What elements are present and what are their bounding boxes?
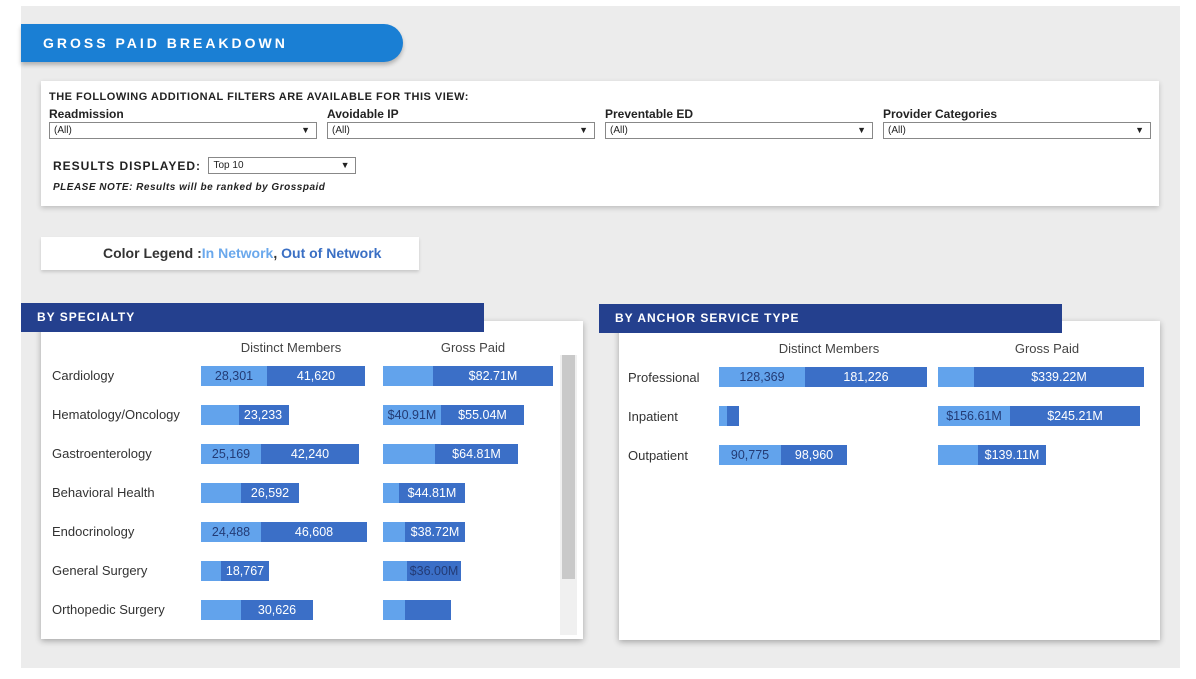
members-in-bar[interactable]	[201, 483, 241, 503]
provider-categories-dropdown[interactable]: (All) ▼	[883, 122, 1151, 139]
row-label-outpatient: Outpatient	[628, 448, 688, 463]
results-note: PLEASE NOTE: Results will be ranked by G…	[53, 182, 326, 193]
row-label-hematology-oncology: Hematology/Oncology	[52, 407, 180, 422]
members-out-value: 181,226	[843, 370, 889, 384]
members-out-value: 18,767	[225, 564, 265, 578]
dropdown-arrow-icon: ▼	[579, 125, 588, 135]
paid-out-value: $82.71M	[468, 369, 518, 383]
paid-out-value: $44.81M	[407, 486, 457, 500]
row-label-gastroenterology: Gastroenterology	[52, 446, 152, 461]
row-label-orthopedic-surgery: Orthopedic Surgery	[52, 602, 165, 617]
paid-out-bar[interactable]	[405, 600, 451, 620]
results-label: RESULTS DISPLAYED:	[53, 158, 202, 173]
filters-heading: THE FOLLOWING ADDITIONAL FILTERS ARE AVA…	[49, 91, 469, 103]
paid-in-value: $156.61M	[946, 409, 1002, 423]
filters-panel: THE FOLLOWING ADDITIONAL FILTERS ARE AVA…	[41, 81, 1159, 206]
col-gross-paid: Gross Paid	[1014, 341, 1080, 356]
legend-label: Color Legend :	[103, 245, 202, 261]
members-out-value: 98,960	[794, 448, 834, 462]
row-label-professional: Professional	[628, 370, 700, 385]
members-in-bar[interactable]	[719, 406, 727, 426]
dropdown-value: (All)	[54, 125, 72, 136]
members-out-bar[interactable]	[727, 406, 739, 426]
col-distinct-members: Distinct Members	[778, 341, 880, 356]
paid-in-bar[interactable]	[383, 366, 433, 386]
col-gross-paid: Gross Paid	[440, 340, 506, 355]
members-out-value: 23,233	[243, 408, 283, 422]
members-out-value: 26,592	[250, 486, 290, 500]
dropdown-arrow-icon: ▼	[1135, 125, 1144, 135]
row-label-cardiology: Cardiology	[52, 368, 115, 383]
paid-in-bar[interactable]	[383, 483, 399, 503]
readmission-dropdown[interactable]: (All) ▼	[49, 122, 317, 139]
paid-out-value: $139.11M	[984, 448, 1040, 462]
paid-in-bar[interactable]	[383, 444, 435, 464]
filter-label: Avoidable IP	[327, 107, 399, 121]
specialty-header: BY SPECIALTY	[21, 303, 484, 332]
row-label-endocrinology: Endocrinology	[52, 524, 135, 539]
specialty-scrollbar[interactable]	[560, 355, 577, 635]
specialty-panel: Distinct Members Gross Paid Cardiology H…	[41, 321, 583, 639]
color-legend: Color Legend :In Network, Out of Network	[41, 237, 419, 270]
paid-in-bar[interactable]	[938, 367, 974, 387]
preventable-ed-dropdown[interactable]: (All) ▼	[605, 122, 873, 139]
avoidable-ip-dropdown[interactable]: (All) ▼	[327, 122, 595, 139]
filter-avoidable-ip: Avoidable IP (All) ▼	[327, 107, 595, 139]
row-label-inpatient: Inpatient	[628, 409, 678, 424]
filter-label: Preventable ED	[605, 107, 694, 121]
members-in-bar[interactable]	[201, 600, 241, 620]
row-label-general-surgery: General Surgery	[52, 563, 148, 578]
dropdown-arrow-icon: ▼	[857, 125, 866, 135]
legend-in-network: In Network	[201, 245, 274, 261]
filter-readmission: Readmission (All) ▼	[49, 107, 317, 139]
legend-separator: ,	[273, 245, 282, 261]
members-in-bar[interactable]	[201, 405, 239, 425]
paid-out-value: $36.00M	[409, 564, 459, 578]
color-legend-text: Color Legend :In Network, Out of Network	[103, 237, 381, 270]
legend-out-network: Out of Network	[281, 245, 382, 261]
col-distinct-members: Distinct Members	[240, 340, 342, 355]
paid-out-value: $339.22M	[1031, 370, 1087, 384]
dropdown-arrow-icon: ▼	[301, 125, 310, 135]
paid-in-value: $40.91M	[387, 408, 437, 422]
paid-out-value: $64.81M	[452, 447, 501, 461]
paid-in-bar[interactable]	[383, 600, 405, 620]
dropdown-value: (All)	[610, 125, 628, 136]
anchor-panel: Distinct Members Gross Paid Professional…	[619, 321, 1160, 640]
dropdown-value: (All)	[888, 125, 906, 136]
dropdown-arrow-icon: ▼	[340, 160, 350, 171]
dropdown-value: (All)	[332, 125, 350, 136]
members-in-bar[interactable]	[201, 561, 221, 581]
paid-out-value: $245.21M	[1047, 409, 1103, 423]
dashboard-canvas: GROSS PAID BREAKDOWN THE FOLLOWING ADDIT…	[21, 6, 1180, 668]
results-displayed: RESULTS DISPLAYED: Top 10 ▼	[53, 157, 357, 175]
members-in-value: 28,301	[214, 369, 254, 383]
paid-out-value: $55.04M	[458, 408, 507, 422]
filter-provider-categories: Provider Categories (All) ▼	[883, 107, 1151, 139]
filter-label: Provider Categories	[883, 107, 998, 121]
filter-preventable-ed: Preventable ED (All) ▼	[605, 107, 873, 139]
members-in-value: 25,169	[211, 447, 251, 461]
members-out-value: 30,626	[257, 603, 297, 617]
scrollbar-thumb[interactable]	[562, 355, 575, 579]
dashboard-title: GROSS PAID BREAKDOWN	[21, 24, 403, 62]
members-in-value: 90,775	[730, 448, 770, 462]
filter-label: Readmission	[49, 107, 124, 121]
paid-out-value: $38.72M	[410, 525, 460, 539]
row-label-behavioral-health: Behavioral Health	[52, 485, 155, 500]
paid-in-bar[interactable]	[383, 522, 405, 542]
paid-in-bar[interactable]	[938, 445, 978, 465]
members-in-value: 128,369	[739, 370, 785, 384]
members-in-value: 24,488	[211, 525, 251, 539]
anchor-header: BY ANCHOR SERVICE TYPE	[599, 304, 1062, 333]
members-out-value: 41,620	[296, 369, 336, 383]
members-out-value: 46,608	[294, 525, 334, 539]
members-out-value: 42,240	[290, 447, 330, 461]
dropdown-value: Top 10	[213, 160, 244, 172]
results-dropdown[interactable]: Top 10 ▼	[208, 157, 357, 175]
